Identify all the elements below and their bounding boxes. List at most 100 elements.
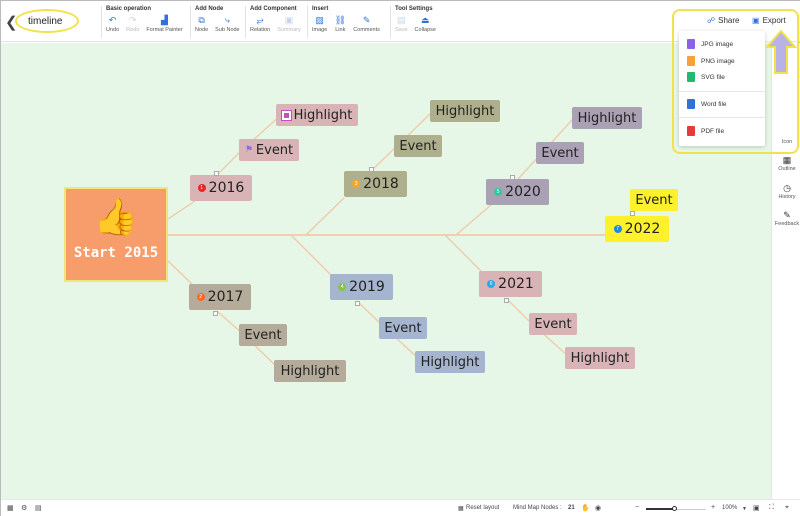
event-node[interactable]: Event xyxy=(630,189,678,211)
priority-badge-icon: 3 xyxy=(352,180,361,188)
format-painter-button[interactable]: ▟ Format Painter xyxy=(146,14,182,34)
year-node-2019[interactable]: 4 2019 xyxy=(330,274,393,300)
year-node-2017[interactable]: 2 2017 xyxy=(189,284,251,310)
sub-node-button[interactable]: ⤷ Sub Node xyxy=(215,14,239,34)
event-node[interactable]: Event xyxy=(379,317,427,339)
year-label: 2021 xyxy=(498,276,534,292)
event-node[interactable]: Event xyxy=(536,142,584,164)
highlight-node[interactable]: Highlight xyxy=(276,104,358,126)
toolbar-group: Basic operation ↶ Undo ↷ Redo ▟ Format Painter xyxy=(101,6,183,38)
highlight-node[interactable]: Highlight xyxy=(565,347,635,369)
toolbar-group-label: Tool Settings xyxy=(395,6,433,12)
sub-node-icon: ⤷ xyxy=(224,14,230,25)
image-button[interactable]: ▨ Image xyxy=(312,14,327,34)
highlight-node[interactable]: Highlight xyxy=(274,360,346,382)
year-label: 2020 xyxy=(505,184,541,200)
flag-icon: ⚑ xyxy=(244,145,253,155)
node-button[interactable]: ⧉ Node xyxy=(195,14,208,34)
collapse-toggle[interactable] xyxy=(504,298,509,303)
year-node-2016[interactable]: 1 2016 xyxy=(190,175,252,201)
hand-icon[interactable]: ✋ xyxy=(581,504,590,512)
right-panel-feedback[interactable]: ✎ Feedback xyxy=(772,210,800,227)
redo-button[interactable]: ↷ Redo xyxy=(126,14,140,34)
comments-button[interactable]: ✎ Comments xyxy=(353,14,380,34)
save-button[interactable]: ▤ Save xyxy=(395,14,408,34)
highlight-node[interactable]: Highlight xyxy=(415,351,485,373)
feedback-label: Feedback xyxy=(774,221,800,227)
fullscreen-icon[interactable]: ⛶ xyxy=(769,504,774,512)
year-node-2021[interactable]: 6 2021 xyxy=(479,271,542,297)
event-label: Event xyxy=(399,138,437,154)
year-node-2018[interactable]: 3 2018 xyxy=(344,171,407,197)
collapse-toggle[interactable] xyxy=(510,175,515,180)
event-node[interactable]: ⚑ Event xyxy=(239,139,299,161)
zoom-slider-knob[interactable] xyxy=(672,506,678,511)
feedback-icon: ✎ xyxy=(783,210,791,220)
app-window: ❮ timeline Basic operation ↶ Undo ↷ Redo ▟ For… xyxy=(0,0,800,516)
save-icon: ▤ xyxy=(397,14,406,25)
tool-label: Collapse xyxy=(414,27,436,33)
event-label: Event xyxy=(541,145,579,161)
event-label: Event xyxy=(255,142,294,158)
collapse-toggle[interactable] xyxy=(214,171,219,176)
tool-label: Comments xyxy=(353,27,380,33)
priority-badge-icon: 7 xyxy=(613,225,622,233)
year-node-2020[interactable]: 5 2020 xyxy=(486,179,549,205)
year-label: 2016 xyxy=(208,180,245,196)
node-count-label: Mind Map Nodes : xyxy=(513,505,562,511)
event-node[interactable]: Event xyxy=(394,135,442,157)
event-node[interactable]: Event xyxy=(529,313,577,335)
undo-button[interactable]: ↶ Undo xyxy=(106,14,120,34)
year-node-2022[interactable]: 7 2022 xyxy=(605,216,669,242)
document-title[interactable]: timeline xyxy=(28,16,62,27)
year-label: 2019 xyxy=(349,279,385,295)
event-node[interactable]: Event xyxy=(239,324,287,346)
zoom-level[interactable]: 100% xyxy=(722,505,737,511)
zoom-out-button[interactable]: − xyxy=(635,504,639,511)
collapse-toggle[interactable] xyxy=(630,211,635,216)
chevron-down-icon[interactable]: ▼ xyxy=(742,506,747,512)
toolbar-group: Tool Settings ▤ Save ⏏ Collapse xyxy=(390,6,436,38)
collapse-toggle[interactable] xyxy=(369,167,374,172)
right-panel-outline[interactable]: ▦ Outline xyxy=(772,155,800,172)
highlight-label: Highlight xyxy=(293,107,353,123)
highlight-label: Highlight xyxy=(280,363,340,379)
collapse-icon: ⏏ xyxy=(420,14,430,25)
tool-label: Link xyxy=(335,27,346,33)
highlight-label: Highlight xyxy=(577,110,637,126)
collapse-toggle[interactable] xyxy=(213,311,218,316)
undo-icon: ↶ xyxy=(108,14,117,25)
root-node[interactable]: 👍 Start 2015 xyxy=(64,187,168,282)
node-count-value: 21 xyxy=(568,505,575,511)
reset-layout-button[interactable]: Reset layout xyxy=(466,505,499,511)
tool-label: Save xyxy=(395,27,408,33)
toolbar-group-label: Insert xyxy=(312,6,329,12)
fit-screen-icon[interactable]: ▣ xyxy=(753,504,760,512)
highlight-node[interactable]: Highlight xyxy=(430,100,500,122)
center-view-icon[interactable]: ⌖ xyxy=(785,504,789,512)
collapse-toggle[interactable] xyxy=(355,301,360,306)
format-painter-icon: ▟ xyxy=(161,14,168,25)
relation-button[interactable]: ⥂ Relation xyxy=(250,14,270,34)
tool-label: Undo xyxy=(106,27,120,33)
priority-badge-icon: 6 xyxy=(487,280,496,288)
eye-icon[interactable]: ◉ xyxy=(595,504,601,512)
status-bar: ▦ ⚙ ▤ ▦ Reset layout Mind Map Nodes : 21… xyxy=(1,499,800,516)
theme-icon[interactable]: ⚙ xyxy=(21,504,27,512)
zoom-in-button[interactable]: + xyxy=(711,504,715,511)
summary-button[interactable]: ▣ Summary xyxy=(277,14,301,34)
layout-icon[interactable]: ▦ xyxy=(7,504,14,512)
tool-label: Redo xyxy=(126,27,140,33)
highlight-marker-icon xyxy=(280,109,292,121)
node-icon: ⧉ xyxy=(198,14,205,25)
year-label: 2022 xyxy=(624,221,661,237)
right-panel-history[interactable]: ◷ History xyxy=(772,183,800,200)
collapse-button[interactable]: ⏏ Collapse xyxy=(414,14,436,34)
link-button[interactable]: ⛓ Link xyxy=(334,14,346,34)
keyboard-icon[interactable]: ▤ xyxy=(35,504,42,512)
outline-label: Outline xyxy=(778,166,796,172)
year-label: 2017 xyxy=(207,289,244,305)
arrow-up-annotation-icon xyxy=(765,29,797,74)
event-label: Event xyxy=(534,316,572,332)
highlight-node[interactable]: Highlight xyxy=(572,107,642,129)
